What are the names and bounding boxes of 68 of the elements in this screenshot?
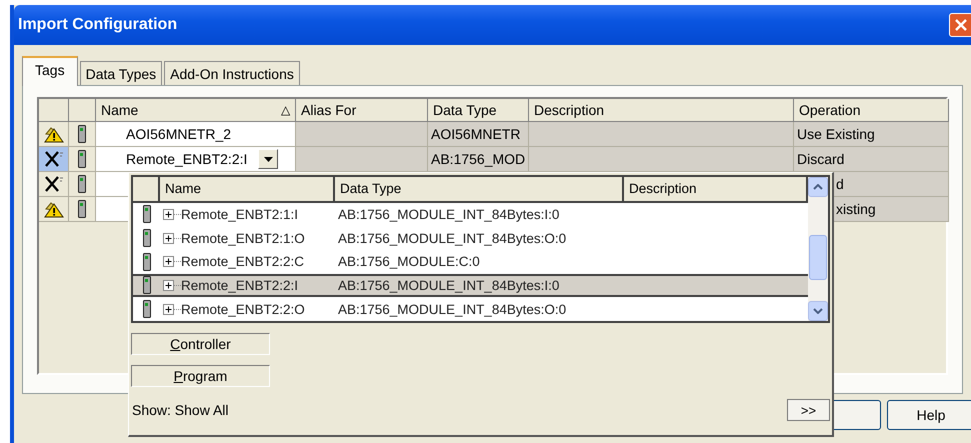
tag-name: Remote_ENBT2:1:I (181, 206, 298, 222)
expand-icon[interactable] (163, 232, 181, 244)
tag-name: Remote_ENBT2:1:O (181, 230, 305, 246)
module-icon (142, 276, 150, 294)
close-icon (954, 18, 968, 32)
tag-row[interactable]: Remote_ENBT2:2:I AB:1756_MODULE_INT_84Bytes:I:0 (133, 274, 808, 298)
scroll-down-button[interactable] (808, 301, 828, 321)
column-header[interactable]: Description (624, 177, 808, 203)
tag-row[interactable]: Remote_ENBT2:2:C AB:1756_MODULE:C:0 (133, 250, 808, 274)
scroll-up-button[interactable] (808, 177, 828, 197)
column-header[interactable]: Description (529, 99, 794, 122)
table-cell[interactable]: Use Existing (794, 122, 949, 147)
name-cell[interactable]: AOI56MNETR_2 (96, 122, 296, 147)
chevron-down-icon (813, 308, 823, 314)
column-header[interactable]: Name △ (96, 99, 296, 122)
caret-icon (264, 156, 272, 162)
column-header[interactable]: Data Type (428, 99, 529, 122)
header-label: Name (101, 102, 138, 118)
help-button[interactable]: Help (887, 400, 971, 430)
header-label: Alias For (301, 102, 356, 118)
dropdown-button[interactable] (258, 149, 278, 169)
data-type: AB:1756_MODULE:C:0 (338, 254, 480, 270)
tab[interactable]: Tags (22, 56, 78, 86)
module-icon (78, 200, 86, 218)
expand-icon[interactable] (163, 280, 181, 291)
column-header[interactable]: Operation (794, 99, 949, 122)
scroll-thumb[interactable] (809, 235, 827, 280)
more-button[interactable]: >> (787, 399, 830, 421)
data-type: AB:1756_MODULE_INT_84Bytes:I:0 (338, 278, 560, 293)
header-label: Operation (799, 102, 860, 118)
module-icon (78, 150, 86, 168)
table-cell: AOI56MNETR (428, 122, 529, 147)
column-header[interactable]: Alias For (296, 99, 428, 122)
module-icon (142, 205, 150, 224)
tag-row[interactable]: Remote_ENBT2:1:O AB:1756_MODULE_INT_84Bytes:O:0 (133, 226, 808, 250)
chevron-up-icon (813, 184, 823, 190)
expand-icon[interactable] (163, 208, 181, 220)
tag-name: Remote_ENBT2:2:O (181, 302, 305, 317)
column-header[interactable]: Data Type (335, 177, 624, 203)
data-type: AB:1756_MODULE_INT_84Bytes:I:0 (338, 206, 560, 222)
window-title: Import Configuration (17, 16, 178, 34)
tag-row[interactable]: Remote_ENBT2:2:O AB:1756_MODULE_INT_84Bytes:O:0 (133, 297, 808, 321)
tab[interactable]: Add-On Instructions (164, 61, 300, 85)
module-icon (142, 300, 150, 318)
module-icon (142, 252, 150, 271)
table-cell[interactable]: Discard (794, 147, 949, 172)
expand-icon[interactable] (163, 256, 181, 268)
data-type: AB:1756_MODULE_INT_84Bytes:O:0 (338, 230, 566, 246)
scope-button[interactable]: Controller (131, 333, 270, 355)
close-button[interactable] (949, 13, 971, 37)
tag-name: AOI56MNETR_2 (125, 126, 232, 142)
module-icon (78, 175, 86, 193)
expand-icon[interactable] (163, 304, 181, 315)
module-icon (142, 229, 150, 248)
data-type: AB:1756_MODULE_INT_84Bytes:O:0 (338, 302, 566, 317)
name-cell[interactable]: Remote_ENBT2:2:I (96, 147, 296, 172)
show-filter-label: Show: Show All (132, 402, 228, 418)
column-header[interactable]: Name (160, 177, 335, 203)
module-icon (78, 125, 86, 143)
tag-name: Remote_ENBT2:2:I (181, 278, 298, 293)
header-label: Data Type (433, 102, 497, 118)
scope-button[interactable]: Program (131, 365, 270, 387)
tag-name: Remote_ENBT2:2:C (181, 254, 304, 270)
tag-name: Remote_ENBT2:2:I (125, 151, 248, 167)
table-cell: AB:1756_MOD (428, 147, 529, 172)
header-label: Description (534, 102, 604, 118)
sort-indicator: △ (281, 103, 290, 117)
tab[interactable]: Data Types (80, 61, 162, 85)
